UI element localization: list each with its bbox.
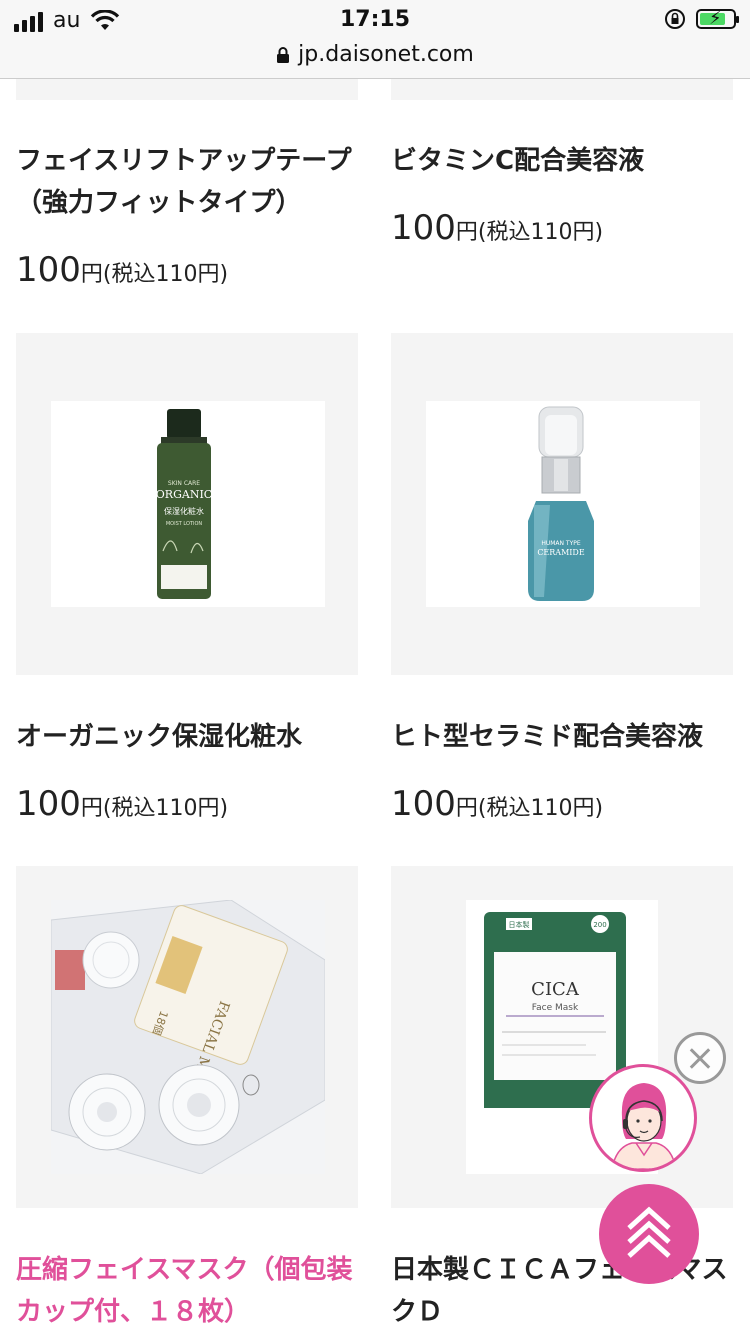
chevron-up-icon (627, 1206, 671, 1258)
product-price: 100円(税込110円) (16, 784, 229, 824)
product-price: 100円(税込110円) (16, 250, 229, 290)
operator-icon (611, 1083, 677, 1169)
lotion-brand: ORGANIC (156, 488, 212, 501)
product-name[interactable]: ヒト型セラミド配合美容液 (391, 716, 736, 758)
serum-brand-top: HUMAN TYPE (541, 540, 581, 547)
product-image-tile[interactable]: FACIAL MASK 18個 (16, 866, 358, 1208)
product-name[interactable]: フェイスリフトアップテープ（強力フィットタイプ） (16, 140, 361, 224)
chat-operator-button[interactable] (589, 1064, 697, 1172)
orientation-lock-icon (665, 9, 685, 29)
product-name[interactable]: オーガニック保湿化粧水 (16, 716, 361, 758)
product-image: HUMAN TYPE CERAMIDE (426, 401, 700, 607)
lock-icon (277, 46, 290, 63)
lotion-line2: MOIST LOTION (166, 521, 203, 527)
facial-mask-image: FACIAL MASK 18個 (50, 899, 326, 1175)
product-name[interactable]: 圧縮フェイスマスク（個包装カップ付、１８枚） (16, 1249, 361, 1333)
serum-brand: CERAMIDE (537, 548, 585, 557)
product-price: 100円(税込110円) (391, 784, 604, 824)
product-image-tile[interactable]: 200 日本製 CICA Face Mask (391, 866, 733, 1208)
status-bar: au 17:15 ⚡ (0, 0, 750, 40)
product-price: 100円(税込110円) (391, 208, 604, 248)
lotion-brand-top: SKIN CARE (168, 480, 200, 487)
battery-icon: ⚡ (696, 8, 739, 29)
scroll-to-top-button[interactable] (599, 1184, 699, 1284)
clock: 17:15 (339, 7, 411, 32)
product-image-tile[interactable]: HUMAN TYPE CERAMIDE (391, 333, 733, 675)
cica-subtitle: Face Mask (532, 1003, 579, 1013)
lotion-bottle-image: SKIN CARE ORGANIC 保湿化粧水 MOIST LOTION (156, 409, 212, 599)
status-right: ⚡ (664, 8, 739, 30)
product-image: FACIAL MASK 18個 (50, 899, 326, 1175)
cica-badge-left: 200 (593, 921, 606, 929)
cica-title: CICA (531, 979, 580, 1000)
serum-bottle-image: HUMAN TYPE CERAMIDE (528, 406, 594, 601)
product-image-tile[interactable] (391, 79, 733, 100)
address-bar[interactable]: jp.daisonet.com (0, 40, 750, 79)
product-name[interactable]: ビタミンC配合美容液 (391, 140, 736, 182)
product-image-tile[interactable]: SKIN CARE ORGANIC 保湿化粧水 MOIST LOTION (16, 333, 358, 675)
url-text: jp.daisonet.com (298, 42, 474, 67)
cica-badge-right: 日本製 (509, 920, 530, 929)
product-image-tile[interactable] (16, 79, 358, 100)
close-chat-button[interactable] (674, 1032, 726, 1084)
lotion-line1: 保湿化粧水 (164, 506, 204, 516)
product-image: SKIN CARE ORGANIC 保湿化粧水 MOIST LOTION (51, 401, 325, 607)
